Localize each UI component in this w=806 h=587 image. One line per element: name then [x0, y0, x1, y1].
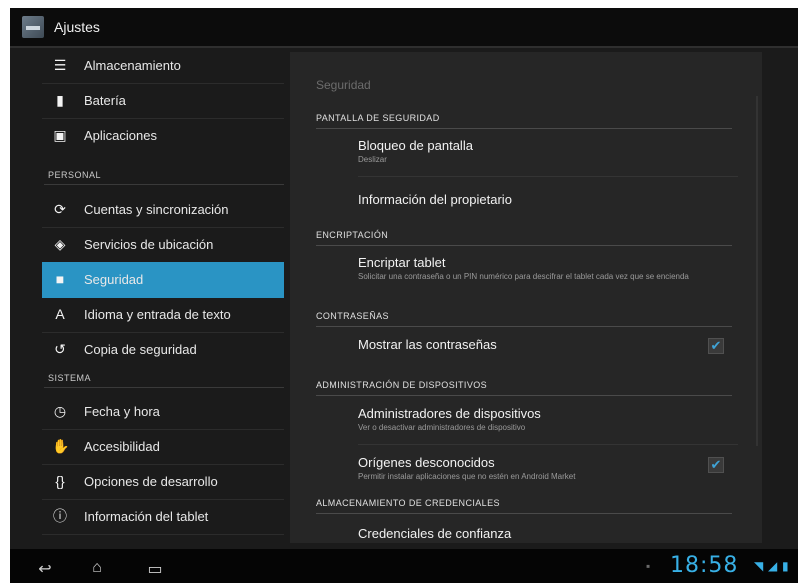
sidebar-item-label: Aplicaciones [84, 128, 157, 143]
sidebar-item-label: Almacenamiento [84, 58, 181, 73]
pref-summary: Deslizar [358, 155, 387, 164]
pref-screen-lock[interactable]: Bloqueo de pantalla Deslizar [358, 138, 738, 165]
pref-title: Administradores de dispositivos [358, 406, 541, 421]
checkmark-icon: ✔ [710, 338, 722, 353]
settings-sidebar: ☰ Almacenamiento ▮ Batería ▣ Aplicacione… [42, 48, 284, 543]
sidebar-item-label: Batería [84, 93, 126, 108]
pref-device-admins[interactable]: Administradores de dispositivos Ver o de… [358, 406, 738, 433]
pref-encrypt-tablet[interactable]: Encriptar tablet Solicitar una contraseñ… [358, 255, 738, 282]
pref-title: Mostrar las contraseñas [358, 337, 497, 352]
sidebar-item-idioma[interactable]: A Idioma y entrada de texto [42, 297, 284, 333]
scrollbar[interactable] [756, 96, 758, 446]
lock-icon: ■ [55, 271, 65, 287]
section-header-personal: PERSONAL [44, 166, 284, 185]
language-icon: A [55, 306, 65, 322]
category-screen-security: PANTALLA DE SEGURIDAD [316, 108, 732, 129]
category-device-admin: ADMINISTRACIÓN DE DISPOSITIVOS [316, 375, 732, 396]
sidebar-item-bateria[interactable]: ▮ Batería [42, 83, 284, 119]
unknown-sources-checkbox[interactable]: ✔ [708, 457, 724, 473]
sidebar-item-label: Información del tablet [84, 509, 209, 524]
sidebar-item-aplicaciones[interactable]: ▣ Aplicaciones [42, 118, 284, 153]
pref-title: Credenciales de confianza [358, 526, 512, 541]
battery-icon: ▮ [56, 92, 64, 108]
pref-title: Bloqueo de pantalla [358, 138, 473, 153]
sidebar-item-accesibilidad[interactable]: ✋ Accesibilidad [42, 429, 284, 465]
pref-summary: Ver o desactivar administradores de disp… [358, 423, 526, 432]
page-title: Seguridad [316, 78, 371, 92]
category-credential-storage: ALMACENAMIENTO DE CREDENCIALES [316, 493, 732, 514]
app-title: Ajustes [54, 19, 100, 35]
storage-icon: ☰ [53, 57, 67, 73]
clock-icon: ◷ [53, 403, 67, 419]
pref-summary: Permitir instalar aplicaciones que no es… [358, 472, 576, 481]
sidebar-item-label: Idioma y entrada de texto [84, 307, 231, 322]
category-passwords: CONTRASEÑAS [316, 306, 732, 327]
security-settings-pane: Seguridad PANTALLA DE SEGURIDAD Bloqueo … [290, 52, 762, 543]
sidebar-item-label: Copia de seguridad [84, 342, 197, 357]
sidebar-item-label: Fecha y hora [84, 404, 160, 419]
pref-show-passwords[interactable]: Mostrar las contraseñas [358, 337, 738, 352]
sidebar-item-informacion[interactable]: ⓘ Información del tablet [42, 499, 284, 535]
pref-summary: Solicitar una contraseña o un PIN numéri… [358, 272, 689, 281]
sidebar-item-seguridad[interactable]: ■ Seguridad [42, 262, 284, 298]
braces-icon: {} [55, 473, 65, 489]
sidebar-item-desarrollo[interactable]: {} Opciones de desarrollo [42, 464, 284, 500]
sidebar-item-fecha[interactable]: ◷ Fecha y hora [42, 394, 284, 430]
pref-title: Encriptar tablet [358, 255, 446, 270]
sidebar-item-label: Seguridad [84, 272, 144, 287]
pref-owner-info[interactable]: Información del propietario [358, 192, 738, 207]
sidebar-item-label: Accesibilidad [84, 439, 160, 454]
hand-icon: ✋ [52, 438, 70, 454]
action-bar: Ajustes [10, 8, 798, 48]
divider [358, 444, 738, 445]
pref-title: Orígenes desconocidos [358, 455, 495, 470]
sidebar-item-ubicacion[interactable]: ◈ Servicios de ubicación [42, 227, 284, 263]
checkmark-icon: ✔ [710, 457, 722, 472]
divider [358, 176, 738, 177]
tablet-screen: Ajustes ☰ Almacenamiento ▮ Batería ▣ Apl… [10, 8, 798, 583]
wifi-icon: ◥ [754, 559, 764, 573]
backup-icon: ↺ [54, 341, 66, 357]
signal-icon: ◢ [768, 559, 778, 573]
battery-status-icon: ▮ [782, 559, 789, 573]
sidebar-item-label: Cuentas y sincronización [84, 202, 229, 217]
sidebar-item-copia[interactable]: ↺ Copia de seguridad [42, 332, 284, 367]
system-bar: ↩ ⌂ ▭ ▪ 18:58 ◥ ◢ ▮ [10, 549, 798, 583]
pref-trusted-credentials[interactable]: Credenciales de confianza [358, 526, 738, 541]
sidebar-item-almacenamiento[interactable]: ☰ Almacenamiento [42, 48, 284, 84]
sidebar-item-cuentas[interactable]: ⟳ Cuentas y sincronización [42, 192, 284, 228]
back-icon[interactable]: ↩ [30, 559, 60, 579]
notification-icon[interactable]: ▪ [646, 559, 650, 573]
category-encryption: ENCRIPTACIÓN [316, 225, 732, 246]
home-icon[interactable]: ⌂ [82, 559, 112, 577]
recent-apps-icon[interactable]: ▭ [140, 559, 170, 579]
sync-icon: ⟳ [54, 201, 66, 217]
apps-icon: ▣ [53, 127, 67, 143]
sidebar-item-label: Opciones de desarrollo [84, 474, 218, 489]
pref-title: Información del propietario [358, 192, 512, 207]
clock[interactable]: 18:58 [670, 553, 738, 578]
location-icon: ◈ [54, 236, 66, 252]
settings-app-icon[interactable] [22, 16, 44, 38]
info-icon: ⓘ [53, 508, 67, 524]
pref-unknown-sources[interactable]: Orígenes desconocidos Permitir instalar … [358, 455, 738, 482]
section-header-sistema: SISTEMA [44, 369, 284, 388]
show-passwords-checkbox[interactable]: ✔ [708, 338, 724, 354]
sidebar-item-label: Servicios de ubicación [84, 237, 214, 252]
